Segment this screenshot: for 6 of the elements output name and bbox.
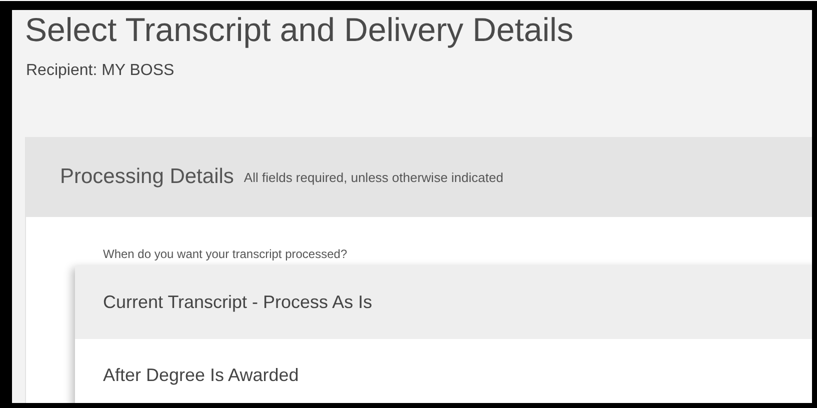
field-label: When do you want your transcript processed?	[103, 247, 348, 262]
recipient-label: Recipient: MY BOSS	[25, 61, 176, 80]
page-title: Select Transcript and Delivery Details	[24, 10, 574, 49]
dropdown-option[interactable]: Current Transcript - Process As Is	[75, 266, 812, 339]
required-note: All fields required, unless otherwise indicated	[244, 170, 504, 184]
section-title: Processing Details	[60, 165, 234, 189]
